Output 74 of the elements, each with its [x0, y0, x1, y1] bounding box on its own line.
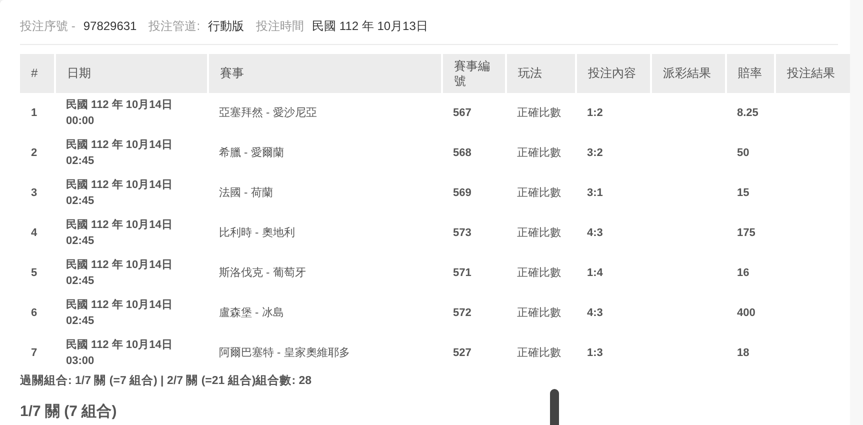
time-text: 02:45: [66, 274, 96, 289]
table-cell: 568: [453, 147, 472, 159]
scroll-handle[interactable]: [550, 389, 559, 425]
table-cell: 569: [453, 187, 472, 199]
table-cell: 亞塞拜然 - 愛沙尼亞: [219, 107, 317, 119]
table-cell: 7: [31, 347, 38, 359]
info-label: 投注時間: [256, 18, 304, 35]
time-text: 02:45: [66, 314, 96, 329]
table-cell: 4: [31, 227, 38, 239]
column-header: #: [20, 54, 55, 93]
table-cell: 1:3: [587, 347, 603, 359]
info-label: 投注管道:: [148, 18, 200, 35]
column-header: 日期: [55, 54, 208, 93]
info-value: 民國 112 年 10月13日: [312, 18, 428, 35]
time-text: 02:45: [66, 194, 96, 209]
column-header: 投注結果: [775, 54, 850, 93]
column-header: 投注內容: [576, 54, 651, 93]
table-cell: 正確比數: [517, 227, 561, 239]
date-text: 民國 112 年 10月14日: [66, 98, 174, 113]
table-cell: 15: [737, 187, 750, 199]
time-text: 03:00: [66, 354, 96, 369]
table-cell: 希臘 - 愛爾蘭: [219, 147, 284, 159]
table-cell: 18: [737, 347, 750, 359]
date-text: 民國 112 年 10月14日: [66, 218, 174, 233]
date-text: 民國 112 年 10月14日: [66, 138, 174, 153]
time-text: 02:45: [66, 234, 96, 249]
table-cell: 571: [453, 267, 472, 279]
column-header: 賠率: [726, 54, 775, 93]
info-label: 投注序號 -: [20, 18, 76, 35]
table-cell: 1: [31, 107, 38, 119]
table-cell: 正確比數: [517, 307, 561, 319]
table-cell: 1:2: [587, 107, 603, 119]
date-text: 民國 112 年 10月14日: [66, 178, 174, 193]
table-cell: 572: [453, 307, 472, 319]
table-cell: 567: [453, 107, 472, 119]
table-cell: 4:3: [587, 227, 603, 239]
column-header: 賽事: [208, 54, 442, 93]
info-value: 行動版: [208, 18, 244, 35]
table-cell: 3:2: [587, 147, 603, 159]
table-cell: 3:1: [587, 187, 603, 199]
info-value: 97829631: [83, 18, 137, 35]
table-cell: 正確比數: [517, 107, 561, 119]
table-cell: 16: [737, 267, 750, 279]
table-cell: 2: [31, 147, 38, 159]
table-cell: 1:4: [587, 267, 603, 279]
time-text: 00:00: [66, 114, 96, 129]
table-cell: 8.25: [737, 107, 758, 119]
column-header: 玩法: [506, 54, 576, 93]
date-text: 民國 112 年 10月14日: [66, 258, 174, 273]
table-cell: 比利時 - 奧地利: [219, 227, 295, 239]
table-cell: 50: [737, 147, 750, 159]
table-cell: 5: [31, 267, 38, 279]
table-cell: 斯洛伐克 - 葡萄牙: [219, 267, 306, 279]
table-cell: 6: [31, 307, 38, 319]
date-text: 民國 112 年 10月14日: [66, 338, 174, 353]
table-cell: 527: [453, 347, 472, 359]
table-cell: 正確比數: [517, 347, 561, 359]
table-cell: 573: [453, 227, 472, 239]
table-cell: 正確比數: [517, 147, 561, 159]
table-cell: 4:3: [587, 307, 603, 319]
table-cell: 3: [31, 187, 38, 199]
date-text: 民國 112 年 10月14日: [66, 298, 174, 313]
table-cell: 400: [737, 307, 756, 319]
section-heading: 1/7 關 (7 組合): [20, 402, 117, 422]
table-cell: 175: [737, 227, 756, 239]
time-text: 02:45: [66, 154, 96, 169]
table-cell: 阿爾巴塞特 - 皇家奧維耶多: [219, 347, 350, 359]
table-cell: 正確比數: [517, 187, 561, 199]
table-cell: 正確比數: [517, 267, 561, 279]
column-header: 派彩結果: [651, 54, 726, 93]
column-header: 賽事編號: [442, 54, 506, 93]
table-cell: 法國 - 荷蘭: [219, 187, 273, 199]
table-cell: 盧森堡 - 冰島: [219, 307, 284, 319]
combination-summary: 過關組合: 1/7 關 (=7 組合) | 2/7 關 (=21 組合)組合數: 28: [20, 373, 313, 389]
